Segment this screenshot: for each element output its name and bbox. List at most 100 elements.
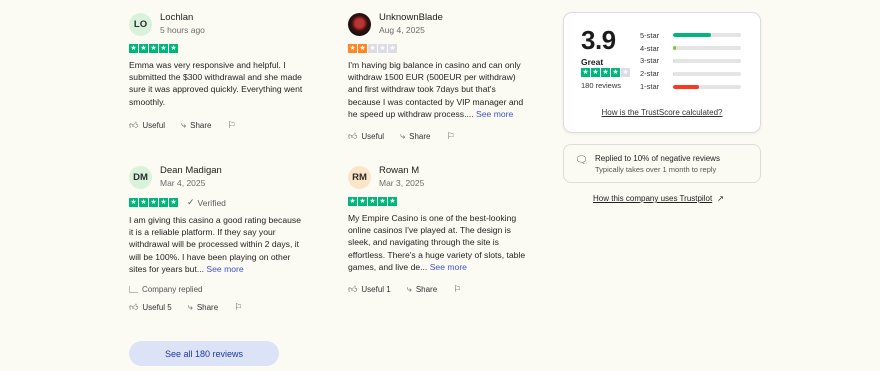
avatar[interactable]: LO — [129, 12, 152, 36]
useful-button[interactable]: 👍︎ Useful 5 — [129, 302, 172, 313]
thumbs-up-icon: 👍︎ — [129, 120, 139, 130]
distribution-row[interactable]: 2-star — [640, 67, 741, 80]
distribution-bar — [673, 84, 741, 89]
see-more-link[interactable]: See more — [430, 262, 467, 272]
star-icon: ★ — [129, 44, 138, 53]
company-replied-label: Company replied — [142, 285, 203, 295]
star-icon: ★ — [159, 198, 168, 207]
share-icon: ⤷ — [406, 284, 412, 294]
distribution-row[interactable]: 3-star — [640, 55, 741, 68]
review-count: 180 reviews — [581, 81, 622, 90]
external-link-icon: ↗ — [717, 194, 724, 203]
flag-icon[interactable]: ⚐ — [234, 302, 242, 313]
avatar[interactable]: DM — [129, 165, 152, 189]
star-icon: ★ — [149, 44, 158, 53]
distribution-label: 2-star — [640, 69, 660, 79]
review-header: UnknownBlade Aug 4, 2025 — [348, 12, 528, 36]
how-company-uses-trustpilot-link[interactable]: How this company uses Trustpilot ↗ — [593, 194, 724, 203]
reviewer-name[interactable]: Rowan M — [379, 165, 424, 177]
star-icon: ★ — [581, 68, 590, 77]
review-card: UnknownBlade Aug 4, 2025 ★ ★ ★ ★ ★ I'm havin… — [348, 12, 528, 141]
distribution-bar-fill — [673, 58, 674, 63]
star-icon: ★ — [348, 44, 357, 53]
star-icon: ★ — [611, 68, 620, 77]
star-icon: ★ — [368, 44, 377, 53]
share-label: Share — [190, 121, 212, 130]
reviewer-name[interactable]: Lochlan — [160, 12, 205, 24]
trustscore-label: Great — [581, 57, 604, 67]
useful-label: Useful — [361, 132, 385, 141]
thumbs-up-icon: 👍︎ — [348, 284, 358, 294]
distribution-bar-fill — [673, 84, 699, 89]
reviewer-name[interactable]: Dean Madigan — [160, 165, 222, 177]
distribution-bar — [673, 33, 741, 38]
share-label: Share — [415, 285, 438, 294]
trustscore-stars: ★ ★ ★ ★ ★ — [581, 68, 630, 77]
star-icon: ★ — [169, 198, 178, 207]
avatar[interactable]: RM — [348, 165, 371, 189]
distribution-bar-fill — [673, 46, 677, 51]
distribution-row[interactable]: 5-star — [640, 29, 741, 42]
star-rating: ★ ★ ★ ★ ★ ✓ Verified — [129, 197, 307, 208]
share-button[interactable]: ⤷ Share — [188, 302, 218, 313]
share-button[interactable]: ⤷ Share — [181, 120, 211, 131]
review-card: DM Dean Madigan Mar 4, 2025 ★ ★ ★ ★ ★ ✓ Verif… — [129, 165, 307, 312]
flag-icon[interactable]: ⚐ — [453, 284, 461, 295]
trustscore-card: 3.9 Great ★ ★ ★ ★ ★ 180 reviews 5-star 4-sta… — [563, 12, 761, 133]
verified-badge[interactable]: ✓ Verified — [187, 197, 226, 208]
review-date: Mar 3, 2025 — [379, 178, 425, 188]
review-body: I am giving this casino a good rating be… — [129, 214, 307, 275]
how-trustscore-calculated-link[interactable]: How is the TrustScore calculated? — [564, 108, 760, 117]
review-body: I'm having big balance in casino and can… — [348, 59, 528, 120]
avatar[interactable] — [348, 12, 371, 36]
star-icon: ★ — [358, 44, 367, 53]
thumbs-up-icon: 👍︎ — [129, 302, 139, 312]
useful-button[interactable]: 👍︎ Useful — [129, 120, 165, 131]
distribution-label: 1-star — [640, 82, 660, 92]
review-card: LO Lochlan 5 hours ago ★ ★ ★ ★ ★ Emma was ve… — [129, 12, 319, 130]
star-rating: ★ ★ ★ ★ ★ — [129, 44, 319, 53]
see-all-reviews-button[interactable]: See all 180 reviews — [129, 341, 279, 366]
reply-time-text: Typically takes over 1 month to reply — [595, 165, 717, 174]
review-date: Mar 4, 2025 — [160, 178, 206, 188]
verified-label: Verified — [197, 197, 226, 208]
reply-info-card: 🗨︎ Replied to 10% of negative reviews Ty… — [563, 144, 761, 183]
share-button[interactable]: ⤷ Share — [400, 131, 430, 142]
star-rating: ★ ★ ★ ★ ★ — [348, 197, 530, 206]
review-actions: 👍︎ Useful ⤷ Share ⚐ — [129, 120, 236, 131]
distribution-bar — [673, 46, 741, 51]
thumbs-up-icon: 👍︎ — [348, 131, 358, 141]
flag-icon[interactable]: ⚐ — [447, 131, 455, 142]
share-button[interactable]: ⤷ Share — [407, 284, 437, 295]
useful-label: Useful 5 — [142, 303, 172, 312]
star-icon: ★ — [149, 198, 158, 207]
distribution-bar-fill — [673, 71, 674, 76]
distribution-label: 4-star — [640, 43, 660, 53]
see-more-link[interactable]: See more — [476, 109, 513, 119]
review-header: LO Lochlan 5 hours ago — [129, 12, 319, 36]
flag-icon[interactable]: ⚐ — [228, 120, 236, 131]
star-icon: ★ — [368, 197, 377, 206]
reply-hook-icon — [129, 286, 138, 294]
review-actions: 👍︎ Useful 5 ⤷ Share ⚐ — [129, 302, 242, 313]
star-icon: ★ — [378, 44, 387, 53]
review-text: Emma was very responsive and helpful. I … — [129, 60, 303, 107]
rating-distribution: 5-star 4-star 3-star 2-star 1-star — [640, 29, 741, 93]
useful-button[interactable]: 👍︎ Useful — [348, 131, 384, 142]
review-header: DM Dean Madigan Mar 4, 2025 — [129, 165, 307, 189]
review-actions: 👍︎ Useful 1 ⤷ Share ⚐ — [348, 284, 461, 295]
useful-button[interactable]: 👍︎ Useful 1 — [348, 284, 391, 295]
company-replied[interactable]: Company replied — [129, 285, 307, 294]
distribution-bar-fill — [673, 33, 712, 38]
star-icon: ★ — [129, 198, 138, 207]
distribution-row[interactable]: 1-star — [640, 80, 741, 93]
see-more-link[interactable]: See more — [206, 264, 243, 274]
review-body: My Empire Casino is one of the best-look… — [348, 212, 530, 273]
star-icon: ★ — [591, 68, 600, 77]
review-actions: 👍︎ Useful ⤷ Share ⚐ — [348, 131, 455, 142]
review-header: RM Rowan M Mar 3, 2025 — [348, 165, 530, 189]
share-label: Share — [196, 303, 219, 312]
reviewer-name[interactable]: UnknownBlade — [379, 12, 443, 24]
star-icon: ★ — [139, 198, 148, 207]
distribution-row[interactable]: 4-star — [640, 42, 741, 55]
